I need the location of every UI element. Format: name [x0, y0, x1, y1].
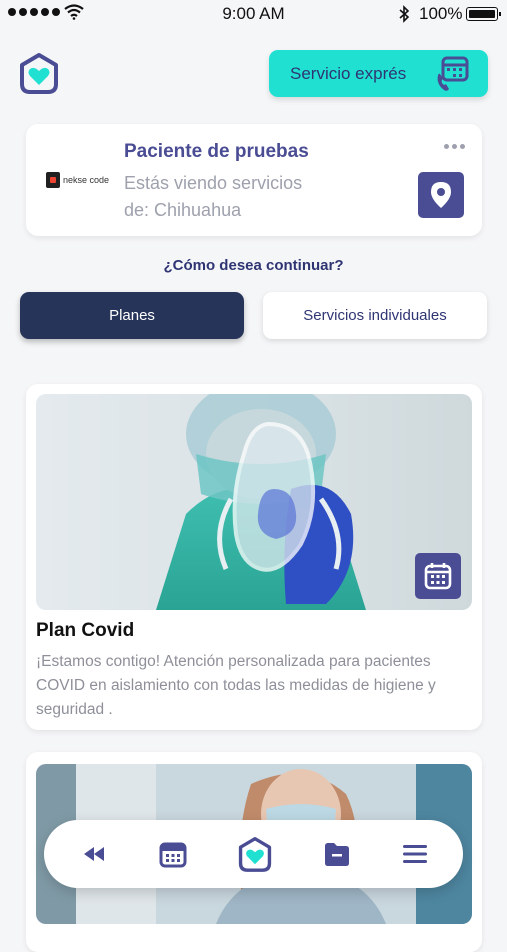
- map-pin-icon: [431, 182, 451, 208]
- more-options-icon[interactable]: [444, 144, 465, 149]
- tab-individual-services[interactable]: Servicios individuales: [263, 292, 487, 339]
- battery-icon: [466, 7, 501, 21]
- status-bar: 9:00 AM 100%: [0, 0, 507, 28]
- app-logo-icon[interactable]: [19, 52, 59, 94]
- patient-name: Paciente de pruebas: [124, 141, 309, 162]
- covid-plan-photo: [36, 394, 472, 610]
- schedule-plan-button[interactable]: [415, 553, 461, 599]
- location-line-1: Estás viendo servicios: [124, 173, 303, 193]
- calendar-icon[interactable]: [158, 839, 188, 869]
- express-service-label: Servicio exprés: [290, 63, 407, 83]
- bottom-navigation: [44, 820, 463, 888]
- rewind-icon[interactable]: [80, 839, 110, 869]
- calendar-icon: [424, 563, 452, 590]
- tab-plans[interactable]: Planes: [20, 292, 244, 339]
- location-button[interactable]: [418, 172, 464, 218]
- express-service-button[interactable]: Servicio exprés: [269, 50, 488, 97]
- calendar-phone-icon: [437, 56, 469, 91]
- menu-icon[interactable]: [400, 839, 430, 869]
- folder-icon[interactable]: [322, 839, 352, 869]
- bluetooth-icon: [399, 5, 410, 23]
- location-text: Estás viendo servicios de: Chihuahua: [124, 170, 302, 224]
- plan-image: [36, 394, 472, 610]
- continue-prompt: ¿Cómo desea continuar?: [163, 257, 344, 274]
- plan-card[interactable]: Plan Covid ¡Estamos contigo! Atención pe…: [26, 384, 482, 730]
- plan-title: Plan Covid: [36, 620, 135, 641]
- brand-name: nekse code: [63, 175, 110, 185]
- brand-mark-icon: [46, 172, 60, 188]
- brand-logo: nekse code: [46, 172, 110, 188]
- home-logo-icon[interactable]: [238, 836, 272, 872]
- location-line-2: de: Chihuahua: [124, 200, 242, 220]
- plan-description: ¡Estamos contigo! Atención personalizada…: [36, 653, 436, 718]
- battery-percent: 100%: [419, 4, 463, 23]
- patient-card: nekse code Paciente de pruebas Estás vie…: [26, 124, 482, 236]
